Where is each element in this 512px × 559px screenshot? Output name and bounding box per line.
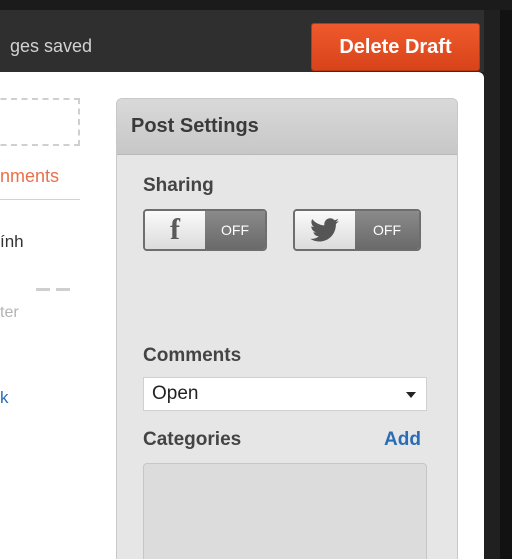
twitter-toggle-state: OFF [355, 211, 419, 249]
facebook-share-toggle[interactable]: f OFF [143, 209, 267, 251]
post-settings-title: Post Settings [131, 115, 259, 137]
top-bar: ges saved Delete Draft [0, 10, 484, 72]
editor-main-area: nments ính ter k Post Settings Sharing f… [0, 72, 484, 559]
post-settings-header: Post Settings [117, 99, 457, 155]
twitter-bird-icon [295, 211, 355, 249]
facebook-toggle-state: OFF [205, 211, 265, 249]
comments-tab-link[interactable]: nments [0, 166, 59, 187]
delete-draft-button[interactable]: Delete Draft [311, 23, 480, 71]
post-settings-panel: Post Settings Sharing f OFF OFF Comments… [116, 98, 458, 559]
add-category-link[interactable]: Add [384, 429, 421, 451]
left-link[interactable]: k [0, 388, 9, 408]
sharing-label: Sharing [143, 175, 214, 196]
left-column: nments ính ter k [0, 72, 96, 559]
comments-select-value: Open [152, 383, 199, 404]
categories-label: Categories [143, 429, 242, 450]
upload-drop-zone[interactable] [0, 98, 80, 146]
author-name-text: ính [0, 232, 24, 251]
categories-list[interactable] [143, 463, 427, 559]
comments-select[interactable]: Open [143, 377, 427, 411]
dropdown-arrow-icon [406, 385, 416, 403]
twitter-share-toggle[interactable]: OFF [293, 209, 421, 251]
right-edge-frame [484, 10, 512, 559]
comments-label: Comments [143, 345, 242, 366]
scroll-gutter [484, 10, 500, 559]
dash-divider [56, 288, 70, 291]
save-status-text: ges saved [10, 36, 93, 56]
placeholder-hint-text: ter [0, 304, 19, 321]
left-divider [0, 199, 80, 200]
facebook-icon: f [145, 211, 205, 249]
dash-divider [36, 288, 50, 291]
